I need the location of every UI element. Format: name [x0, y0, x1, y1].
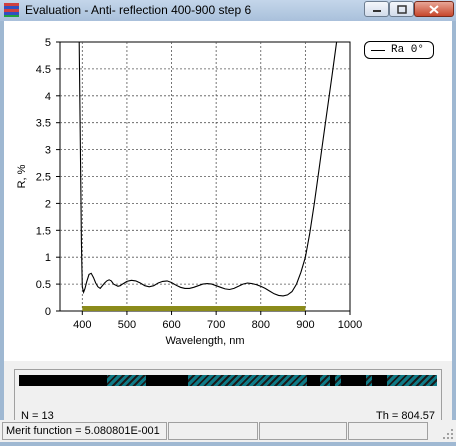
y-tick-label: 0.5: [36, 279, 51, 291]
chart-legend[interactable]: Ra 0°: [364, 41, 434, 59]
layer-block: [340, 375, 366, 386]
y-tick-label: 3.5: [36, 118, 51, 130]
title-bar[interactable]: Evaluation - Anti- reflection 400-900 st…: [0, 0, 456, 21]
evaluation-window: Evaluation - Anti- reflection 400-900 st…: [0, 0, 456, 446]
y-axis-label: R, %: [16, 164, 28, 188]
y-tick-label: 5: [45, 37, 51, 49]
legend-label: Ra 0°: [391, 44, 425, 56]
close-icon: [429, 4, 439, 14]
x-tick-label: 500: [118, 319, 136, 331]
y-tick-label: 3: [45, 145, 51, 157]
target-band-bar: [82, 306, 306, 311]
reflectance-chart: 0 0.5 1 1.5 2 2.5 3 3.5 4 4.5 5 400 500 600 700 800 900 1…: [16, 37, 362, 347]
chart-area: 0 0.5 1 1.5 2 2.5 3 3.5 4 4.5 5 400 500 600 700 800 900 1…: [4, 21, 452, 361]
x-tick-label: 600: [162, 319, 180, 331]
layer-thickness-strip[interactable]: [19, 375, 437, 386]
close-button[interactable]: [414, 1, 454, 17]
layer-block: [19, 375, 107, 386]
x-tick-label: 800: [252, 319, 270, 331]
app-icon: [4, 3, 19, 17]
status-panel-3: [259, 422, 347, 440]
maximize-icon: [396, 4, 407, 14]
x-tick-label: 900: [296, 319, 314, 331]
layer-block: [146, 375, 189, 386]
maximize-button[interactable]: [389, 1, 414, 17]
y-tick-label: 4: [45, 91, 51, 103]
y-tick-label: 4.5: [36, 64, 51, 76]
minimize-button[interactable]: [364, 1, 389, 17]
status-bar: Merit function = 5.080801E-001: [0, 420, 456, 442]
x-tick-label: 700: [207, 319, 225, 331]
status-panel-2: [168, 422, 258, 440]
x-axis-label: Wavelength, nm: [165, 335, 244, 347]
layer-block: [372, 375, 387, 386]
layer-block: [330, 375, 335, 386]
x-tick-label: 1000: [338, 319, 362, 331]
x-tick-label: 400: [73, 319, 91, 331]
resize-grip-icon[interactable]: [442, 428, 454, 440]
y-tick-label: 1: [45, 252, 51, 264]
y-tick-label: 2.5: [36, 172, 51, 184]
layer-block: [307, 375, 320, 386]
status-panel-4: [348, 422, 428, 440]
merit-function-status: Merit function = 5.080801E-001: [2, 422, 167, 440]
y-tick-label: 1.5: [36, 225, 51, 237]
minimize-icon: [372, 10, 381, 12]
legend-swatch: [371, 50, 385, 51]
y-tick-label: 0: [45, 306, 51, 318]
window-title: Evaluation - Anti- reflection 400-900 st…: [25, 3, 252, 17]
client-area: 0 0.5 1 1.5 2 2.5 3 3.5 4 4.5 5 400 500 600 700 800 900 1…: [4, 21, 452, 441]
y-tick-label: 2: [45, 198, 51, 210]
